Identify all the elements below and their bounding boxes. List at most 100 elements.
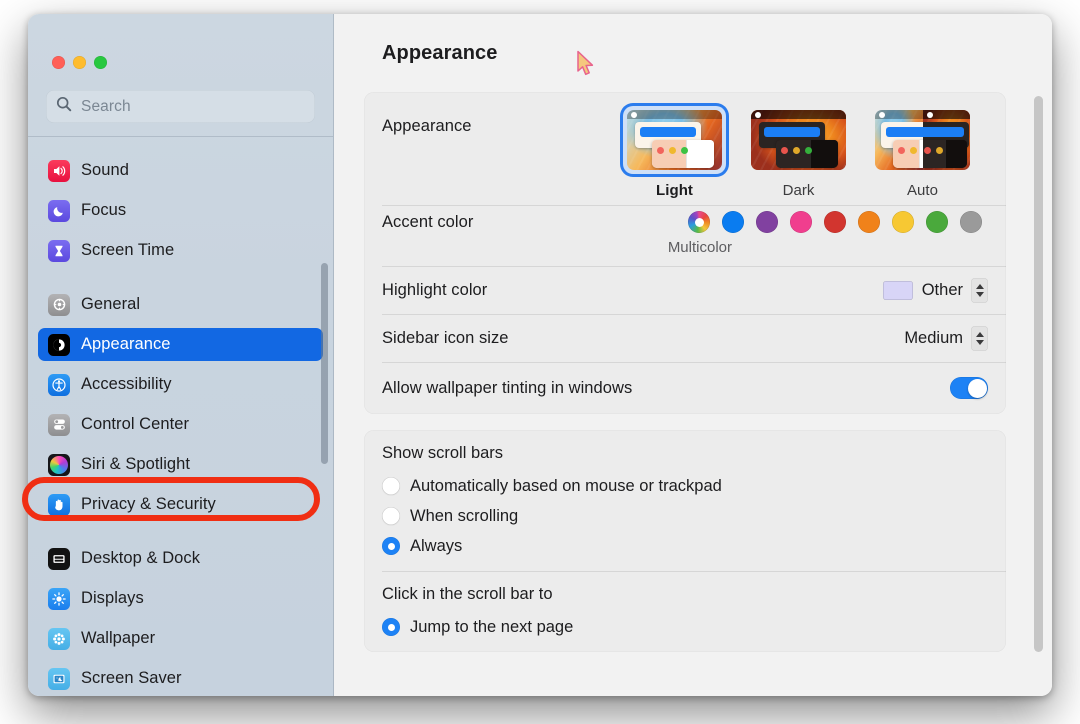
theme-caption: Auto xyxy=(906,182,939,199)
accent-selected-name: Multicolor xyxy=(667,239,732,256)
sidebar-item-label: Focus xyxy=(81,201,127,219)
theme-caption: Light xyxy=(656,182,693,199)
auto-theme-preview xyxy=(875,110,970,170)
show-scroll-bars-title: Show scroll bars xyxy=(382,444,504,462)
sidebar-item-focus[interactable]: Focus xyxy=(38,194,323,227)
sidebar-group-separator xyxy=(38,528,323,542)
click-option-jump-next-page[interactable]: Jump to the next page xyxy=(382,612,988,642)
sidebar-icon-size-row: Sidebar icon size Medium xyxy=(364,314,1006,362)
sidebar-item-label: Screen Saver xyxy=(81,669,182,687)
page-title: Appearance xyxy=(382,41,498,64)
wallpaper-icon xyxy=(48,627,70,650)
light-theme-preview xyxy=(627,110,722,170)
highlight-color-value: Other xyxy=(921,280,963,299)
theme-option-light[interactable]: Light xyxy=(623,106,726,199)
radio-label: Always xyxy=(410,536,463,555)
privacy-hand-icon xyxy=(48,493,70,516)
displays-icon xyxy=(48,587,70,610)
sidebar-item-control-center[interactable]: Control Center xyxy=(38,408,323,441)
settings-scroll-area: Appearance Light Dark Auto Accent color … xyxy=(334,92,1052,696)
search-container: Search xyxy=(28,69,333,123)
sidebar-item-sound[interactable]: Sound xyxy=(38,154,323,187)
appearance-icon xyxy=(48,333,70,356)
radio-label: When scrolling xyxy=(410,506,519,525)
sidebar-item-desktop-dock[interactable]: Desktop & Dock xyxy=(38,542,323,575)
minimize-button[interactable] xyxy=(73,56,86,69)
zoom-button[interactable] xyxy=(94,56,107,69)
sound-icon xyxy=(48,159,70,182)
highlight-color-row: Highlight color Other xyxy=(364,266,1006,314)
sidebar-item-label: Screen Time xyxy=(81,241,175,259)
theme-thumb-ring xyxy=(747,106,850,174)
sidebar-scrollbar[interactable] xyxy=(321,263,328,464)
appearance-theme-row: Appearance Light Dark Auto xyxy=(364,92,1006,205)
accent-swatch-red[interactable] xyxy=(824,211,846,233)
wallpaper-tinting-row: Allow wallpaper tinting in windows xyxy=(364,362,1006,414)
accent-swatch-orange[interactable] xyxy=(858,211,880,233)
accent-color-label: Accent color xyxy=(382,212,474,231)
theme-thumb-ring xyxy=(871,106,974,174)
search-icon xyxy=(56,96,72,117)
radio-button[interactable] xyxy=(382,618,400,636)
highlight-color-stepper[interactable] xyxy=(971,277,988,303)
sidebar: Search Sound Focus Screen Time General A… xyxy=(28,14,334,696)
sidebar-item-general[interactable]: General xyxy=(38,288,323,321)
accent-swatch-purple[interactable] xyxy=(756,211,778,233)
desktop-dock-icon xyxy=(48,547,70,570)
radio-button[interactable] xyxy=(382,477,400,495)
accent-swatch-yellow[interactable] xyxy=(892,211,914,233)
screen-saver-icon xyxy=(48,667,70,690)
accent-swatch-multicolor[interactable] xyxy=(688,211,710,233)
radio-label: Automatically based on mouse or trackpad xyxy=(410,476,722,495)
scrollbar-option-always[interactable]: Always xyxy=(382,531,988,561)
appearance-settings-card: Appearance Light Dark Auto Accent color … xyxy=(364,92,1006,414)
sidebar-item-label: Sound xyxy=(81,161,129,179)
sidebar-item-accessibility[interactable]: Accessibility xyxy=(38,368,323,401)
sidebar-nav-list: Sound Focus Screen Time General Appearan… xyxy=(28,155,333,696)
click-scroll-bar-group: Click in the scroll bar to Jump to the n… xyxy=(364,571,1006,652)
radio-button[interactable] xyxy=(382,537,400,555)
sidebar-item-screen-saver[interactable]: Screen Saver xyxy=(38,662,323,695)
accent-swatch-group xyxy=(688,211,988,233)
siri-icon xyxy=(48,453,70,476)
scrollbar-option-when-scrolling[interactable]: When scrolling xyxy=(382,501,988,531)
theme-option-dark[interactable]: Dark xyxy=(747,106,850,199)
accent-swatch-pink[interactable] xyxy=(790,211,812,233)
mouse-cursor xyxy=(576,50,598,85)
sidebar-item-siri-spotlight[interactable]: Siri & Spotlight xyxy=(38,448,323,481)
content-scrollbar[interactable] xyxy=(1034,96,1043,652)
sidebar-item-label: Privacy & Security xyxy=(81,495,216,513)
sidebar-item-appearance[interactable]: Appearance xyxy=(38,328,323,361)
accent-swatch-green[interactable] xyxy=(926,211,948,233)
sidebar-item-displays[interactable]: Displays xyxy=(38,582,323,615)
search-input[interactable]: Search xyxy=(46,90,315,123)
theme-option-auto[interactable]: Auto xyxy=(871,106,974,199)
radio-button[interactable] xyxy=(382,507,400,525)
sidebar-group-separator xyxy=(38,274,323,288)
appearance-label: Appearance xyxy=(382,117,472,135)
scrollbar-option-automatic[interactable]: Automatically based on mouse or trackpad xyxy=(382,471,988,501)
sidebar-item-label: General xyxy=(81,295,141,313)
highlight-color-swatch[interactable] xyxy=(882,280,913,300)
accent-color-row: Accent color Multicolor xyxy=(364,205,1006,266)
sidebar-item-wallpaper[interactable]: Wallpaper xyxy=(38,622,323,655)
general-icon xyxy=(48,293,70,316)
desktop-background: Search Sound Focus Screen Time General A… xyxy=(0,0,1080,724)
search-placeholder: Search xyxy=(81,97,131,115)
accent-swatch-blue[interactable] xyxy=(722,211,744,233)
sidebar-item-label: Wallpaper xyxy=(81,629,156,647)
highlight-color-label: Highlight color xyxy=(382,280,488,299)
theme-caption: Dark xyxy=(782,182,815,199)
window-controls xyxy=(28,14,333,69)
sidebar-item-privacy-security[interactable]: Privacy & Security xyxy=(38,488,323,521)
wallpaper-tinting-toggle[interactable] xyxy=(950,377,988,399)
sidebar-icon-size-stepper[interactable] xyxy=(971,325,988,351)
sidebar-item-label: Appearance xyxy=(81,335,171,353)
accent-swatch-graphite[interactable] xyxy=(960,211,982,233)
accessibility-icon xyxy=(48,373,70,396)
close-button[interactable] xyxy=(52,56,65,69)
sidebar-item-screen-time[interactable]: Screen Time xyxy=(38,234,323,267)
theme-option-group: Light Dark Auto xyxy=(623,106,988,199)
control-center-icon xyxy=(48,413,70,436)
system-settings-window: Search Sound Focus Screen Time General A… xyxy=(28,14,1052,696)
